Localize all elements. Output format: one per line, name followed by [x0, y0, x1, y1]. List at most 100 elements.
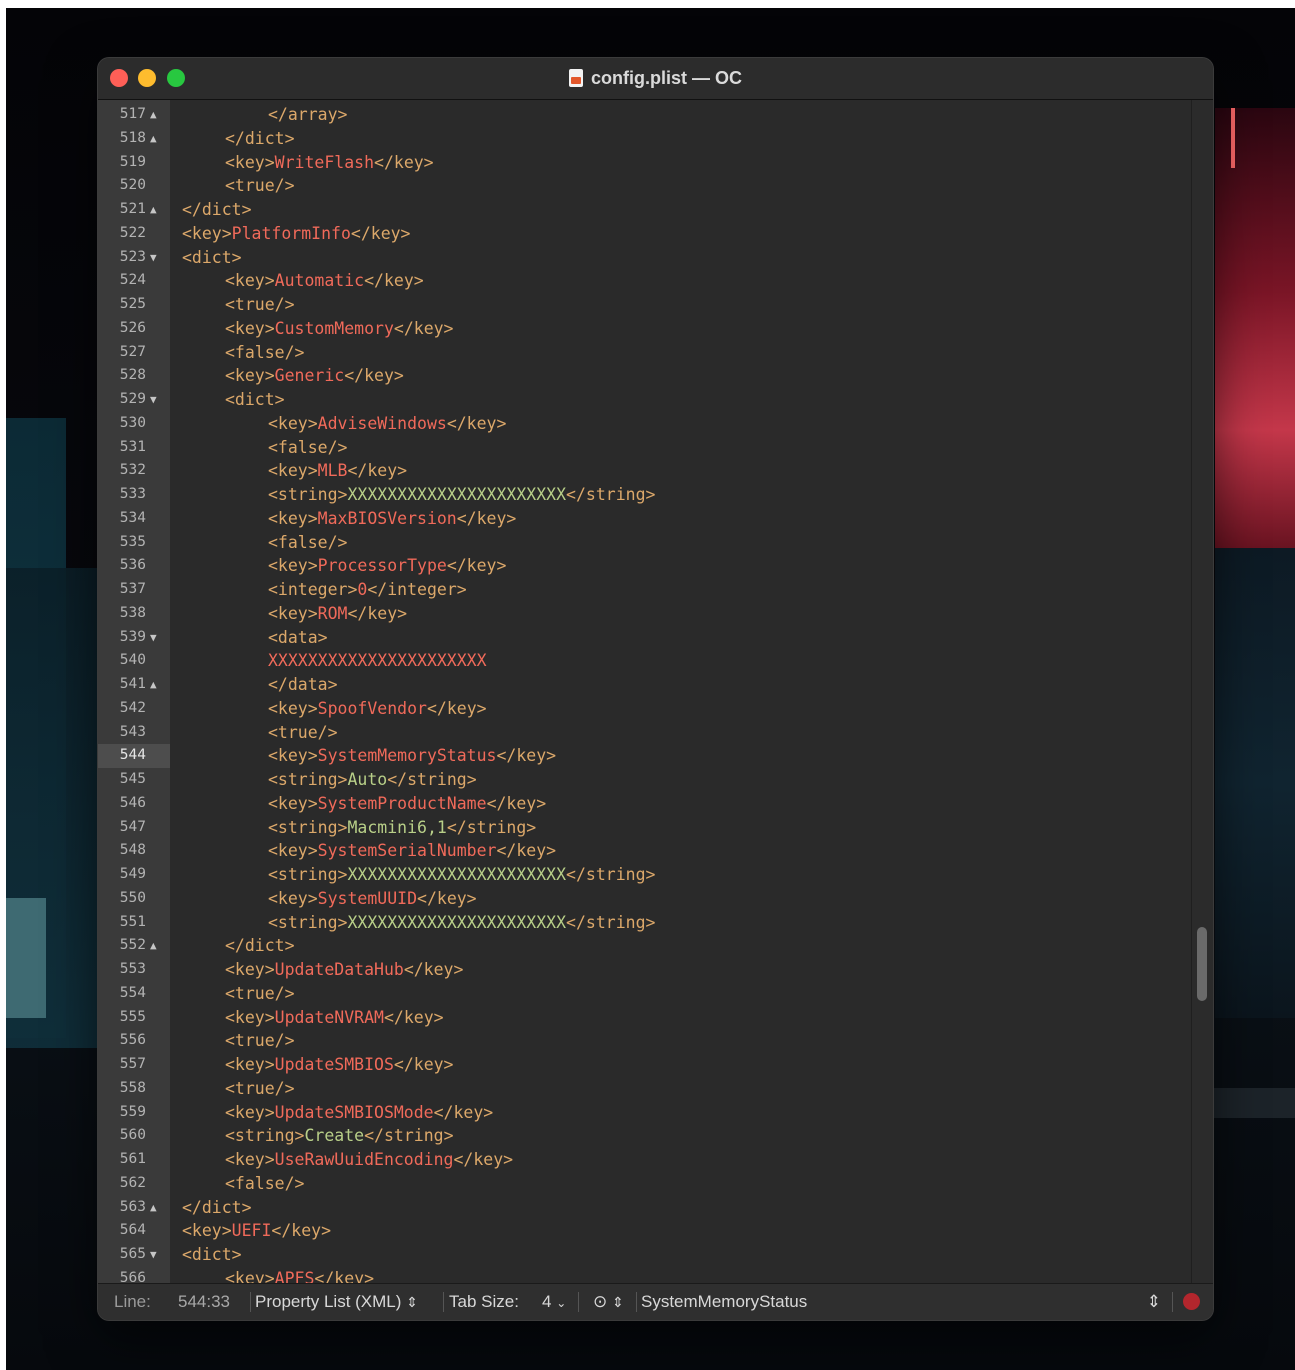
fold-close-icon[interactable]: ▲ — [150, 934, 164, 958]
cursor-position[interactable]: 544:33 — [178, 1292, 230, 1312]
code-line[interactable]: 562 <false/> — [98, 1172, 1192, 1196]
tab-size-selector[interactable]: 4 ⌄ — [542, 1292, 566, 1312]
code-line[interactable]: 532 <key>MLB</key> — [98, 459, 1192, 483]
code-line[interactable]: 564 <key>UEFI</key> — [98, 1219, 1192, 1243]
record-macro-icon[interactable] — [1183, 1293, 1200, 1310]
code-line[interactable]: 549 <string>XXXXXXXXXXXXXXXXXXXXXX</strin… — [98, 863, 1192, 887]
code-line[interactable]: 560 <string>Create</string> — [98, 1124, 1192, 1148]
code-line[interactable]: 546 <key>SystemProductName</key> — [98, 792, 1192, 816]
token-tag: </key> — [344, 366, 404, 386]
code-text: <dict> — [182, 1243, 242, 1267]
scrollbar-thumb[interactable] — [1197, 927, 1207, 1001]
token-key: UEFI — [231, 1221, 272, 1241]
fold-open-icon[interactable]: ▼ — [150, 246, 164, 270]
code-line[interactable]: 563 ▲ </dict> — [98, 1196, 1192, 1220]
code-line[interactable]: 538 <key>ROM</key> — [98, 602, 1192, 626]
code-line[interactable]: 537 <integer>0</integer> — [98, 578, 1192, 602]
token-key: SpoofVendor — [317, 698, 427, 718]
code-line[interactable]: 529 ▼ <dict> — [98, 388, 1192, 412]
code-line[interactable]: 527 <false/> — [98, 341, 1192, 365]
code-line[interactable]: 522 <key>PlatformInfo</key> — [98, 222, 1192, 246]
symbol-menu-button[interactable]: ⊙ ⇕ — [593, 1292, 624, 1312]
token-tag: </dict> — [182, 200, 252, 219]
code-line[interactable]: 565 ▼ <dict> — [98, 1243, 1192, 1267]
code-text: <key>UseRawUuidEncoding</key> — [225, 1148, 513, 1172]
code-text: <key>SystemSerialNumber</key> — [268, 839, 556, 863]
code-line[interactable]: 542 <key>SpoofVendor</key> — [98, 697, 1192, 721]
code-line[interactable]: 536 <key>ProcessorType</key> — [98, 554, 1192, 578]
token-tag: <key> — [268, 698, 318, 718]
fold-open-icon[interactable]: ▼ — [150, 626, 164, 650]
syntax-language-selector[interactable]: Property List (XML) ⇕ — [255, 1292, 418, 1312]
code-line[interactable]: 554 <true/> — [98, 982, 1192, 1006]
code-line[interactable]: 534 <key>MaxBIOSVersion</key> — [98, 507, 1192, 531]
fold-close-icon[interactable]: ▲ — [150, 198, 164, 222]
code-line[interactable]: 539 ▼ <data> — [98, 626, 1192, 650]
vertical-scrollbar[interactable] — [1191, 100, 1213, 1284]
line-number: 556 — [119, 1032, 146, 1049]
code-line[interactable]: 524 <key>Automatic</key> — [98, 269, 1192, 293]
code-text: <false/> — [268, 531, 347, 555]
code-line[interactable]: 566 <key>APFS</key> — [98, 1267, 1192, 1284]
code-line[interactable]: 520 <true/> — [98, 174, 1192, 198]
window-title: config.plist — OC — [98, 68, 1213, 89]
fold-close-icon[interactable]: ▲ — [150, 673, 164, 697]
code-line[interactable]: 521 ▲ </dict> — [98, 198, 1192, 222]
code-line[interactable]: 552 ▲ </dict> — [98, 934, 1192, 958]
line-number: 529 — [119, 391, 146, 407]
token-tag: <key> — [225, 152, 275, 172]
code-line[interactable]: 518 ▲ </dict> — [98, 127, 1192, 151]
code-line[interactable]: 547 <string>Macmini6,1</string> — [98, 816, 1192, 840]
line-number: 559 — [119, 1103, 146, 1120]
fold-open-icon[interactable]: ▼ — [150, 388, 164, 412]
code-line[interactable]: 526 <key>CustomMemory</key> — [98, 317, 1192, 341]
token-tag: <string> — [268, 865, 348, 884]
code-line[interactable]: 553 <key>UpdateDataHub</key> — [98, 958, 1192, 982]
code-lines[interactable]: 517 ▲ </array> 518 ▲ </dict> 519 <key>WriteFlas… — [98, 103, 1192, 1284]
code-line[interactable]: 544 <key>SystemMemoryStatus</key> — [98, 744, 1192, 768]
token-tag: <true/> — [268, 722, 338, 742]
token-tag: </key> — [374, 152, 434, 172]
code-line[interactable]: 528 <key>Generic</key> — [98, 364, 1192, 388]
code-line[interactable]: 550 <key>SystemUUID</key> — [98, 887, 1192, 911]
token-key: WriteFlash — [274, 152, 375, 172]
line-number: 549 — [119, 866, 146, 882]
line-number: 537 — [119, 581, 146, 597]
code-line[interactable]: 541 ▲ </data> — [98, 673, 1192, 697]
fold-close-icon[interactable]: ▲ — [150, 103, 164, 127]
fold-close-icon[interactable]: ▲ — [150, 1196, 164, 1220]
code-line[interactable]: 561 <key>UseRawUuidEncoding</key> — [98, 1148, 1192, 1172]
code-line[interactable]: 556 <true/> — [98, 1029, 1192, 1053]
token-tag: </key> — [453, 1150, 514, 1169]
code-line[interactable]: 517 ▲ </array> — [98, 103, 1192, 127]
token-tag: </key> — [446, 413, 507, 433]
code-text: </data> — [268, 673, 338, 697]
code-line[interactable]: 559 <key>UpdateSMBIOSMode</key> — [98, 1101, 1192, 1125]
code-line[interactable]: 533 <string>XXXXXXXXXXXXXXXXXXXXXX</strin… — [98, 483, 1192, 507]
current-symbol[interactable]: SystemMemoryStatus — [641, 1292, 807, 1312]
line-number: 530 — [119, 414, 146, 431]
line-number: 551 — [119, 913, 146, 930]
code-line[interactable]: 530 <key>AdviseWindows</key> — [98, 412, 1192, 436]
code-line[interactable]: 548 <key>SystemSerialNumber</key> — [98, 839, 1192, 863]
fold-close-icon[interactable]: ▲ — [150, 127, 164, 151]
code-line[interactable]: 525 <true/> — [98, 293, 1192, 317]
code-line[interactable]: 531 <false/> — [98, 436, 1192, 460]
code-line[interactable]: 519 <key>WriteFlash</key> — [98, 151, 1192, 175]
code-line[interactable]: 540 XXXXXXXXXXXXXXXXXXXXXX — [98, 649, 1192, 673]
token-tag: <true/> — [225, 1078, 295, 1098]
code-line[interactable]: 543 <true/> — [98, 721, 1192, 745]
updown-chevron-icon[interactable]: ⇕ — [1147, 1292, 1161, 1312]
code-line[interactable]: 523 ▼ <dict> — [98, 246, 1192, 270]
code-line[interactable]: 557 <key>UpdateSMBIOS</key> — [98, 1053, 1192, 1077]
divider — [578, 1292, 579, 1312]
code-line[interactable]: 535 <false/> — [98, 531, 1192, 555]
code-editor[interactable]: 517 ▲ </array> 518 ▲ </dict> 519 <key>WriteFlas… — [98, 100, 1213, 1284]
title-bar[interactable]: config.plist — OC — [98, 58, 1213, 100]
code-line[interactable]: 551 <string>XXXXXXXXXXXXXXXXXXXXXX</strin… — [98, 911, 1192, 935]
code-line[interactable]: 555 <key>UpdateNVRAM</key> — [98, 1006, 1192, 1030]
code-line[interactable]: 545 <string>Auto</string> — [98, 768, 1192, 792]
fold-open-icon[interactable]: ▼ — [150, 1243, 164, 1267]
code-text: <false/> — [225, 341, 304, 365]
code-line[interactable]: 558 <true/> — [98, 1077, 1192, 1101]
